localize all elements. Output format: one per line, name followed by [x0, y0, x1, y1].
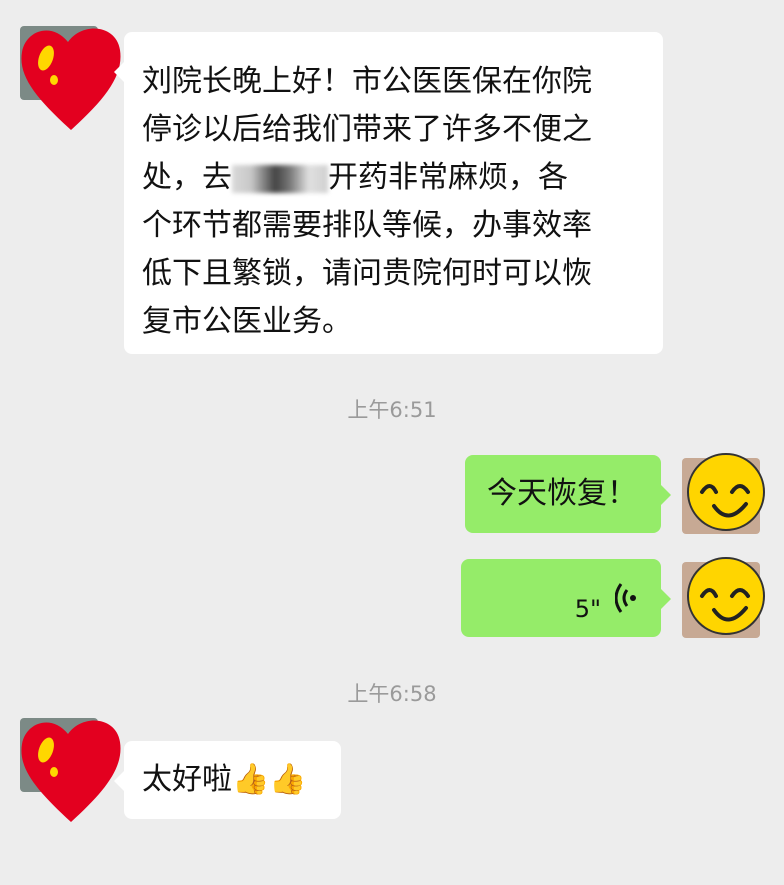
- message-text: 今天恢复！: [487, 476, 637, 511]
- voice-message-bubble[interactable]: 5": [461, 559, 671, 637]
- message-bubble[interactable]: 太好啦👍👍: [114, 741, 341, 819]
- message-line: 复市公医业务。: [142, 304, 352, 339]
- heart-avatar-icon: [21, 28, 121, 131]
- sender-avatar[interactable]: [16, 710, 121, 822]
- timestamp: 上午6:58: [347, 682, 437, 706]
- timestamp: 上午6:51: [347, 398, 437, 422]
- message-line: 个环节都需要排队等候，办事效率: [142, 208, 592, 243]
- message-line-part: 处，去: [142, 160, 232, 195]
- message-bubble[interactable]: 刘院长晚上好！市公医医保在你院 停诊以后给我们带来了许多不便之 处，去 开药非常麻…: [114, 32, 663, 354]
- smiley-avatar-icon: [682, 453, 765, 534]
- message-line: 处，去 开药非常麻烦，各: [142, 154, 663, 202]
- thumbs-up-icon: 👍👍: [232, 762, 307, 797]
- sender-avatar[interactable]: [16, 18, 121, 131]
- message-line: 刘院长晚上好！市公医医保在你院: [142, 64, 592, 99]
- voice-duration: 5": [574, 595, 601, 623]
- own-avatar[interactable]: [680, 452, 765, 534]
- message-text: 太好啦: [142, 762, 232, 797]
- smiley-avatar-icon: [682, 557, 765, 638]
- redacted-text: [232, 164, 328, 193]
- heart-avatar-icon: [21, 720, 121, 822]
- message-line-part: 开药非常麻烦，各: [328, 160, 568, 195]
- message-line: 低下且繁锁，请问贵院何时可以恢: [142, 256, 592, 291]
- message-bubble[interactable]: 今天恢复！: [465, 455, 671, 533]
- voice-wave-icon: [615, 583, 636, 613]
- message-line: 停诊以后给我们带来了许多不便之: [142, 112, 592, 147]
- own-avatar[interactable]: [680, 556, 765, 638]
